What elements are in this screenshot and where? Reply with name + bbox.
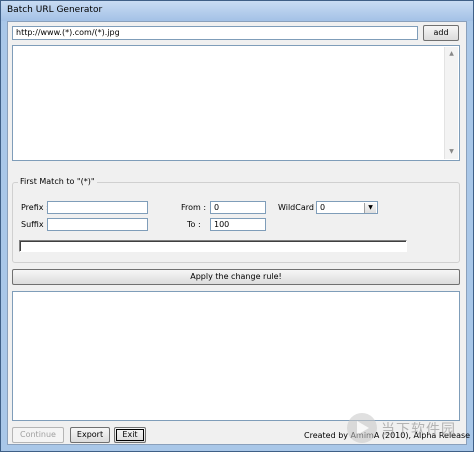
main-window: Batch URL Generator http://www.(*).com/(…	[0, 0, 474, 452]
url-list-box[interactable]: ▲ ▼	[12, 45, 460, 161]
group-legend: First Match to "(*)"	[18, 177, 97, 186]
suffix-input[interactable]	[47, 218, 148, 231]
to-label: To :	[187, 220, 201, 229]
prefix-label: Prefix :	[21, 203, 49, 212]
progress-bar	[19, 240, 407, 252]
prefix-input[interactable]	[47, 201, 148, 214]
url-template-input[interactable]: http://www.(*).com/(*).jpg	[12, 26, 418, 40]
from-input[interactable]: 0	[210, 201, 266, 214]
chevron-down-icon[interactable]: ▼	[364, 203, 376, 213]
result-list-box[interactable]	[12, 291, 460, 421]
first-match-group: First Match to "(*)" Prefix : Suffix : F…	[12, 177, 460, 263]
continue-button[interactable]: Continue	[12, 427, 64, 443]
wildcard-label: WildCard :	[278, 203, 320, 212]
watermark-text: 当下软件园	[381, 422, 456, 438]
window-title: Batch URL Generator	[7, 5, 103, 15]
suffix-label: Suffix :	[21, 220, 49, 229]
exit-button[interactable]: Exit	[114, 427, 146, 443]
client-area: http://www.(*).com/(*).jpg add ▲ ▼ First…	[7, 21, 470, 445]
from-value: 0	[214, 203, 220, 212]
watermark-logo-icon	[347, 413, 377, 443]
url-list-scrollbar[interactable]: ▲ ▼	[444, 47, 458, 159]
to-input[interactable]: 100	[210, 218, 266, 231]
title-bar[interactable]: Batch URL Generator	[1, 1, 473, 21]
from-label: From :	[181, 203, 207, 212]
export-button[interactable]: Export	[70, 427, 110, 443]
watermark: 当下软件园	[347, 413, 467, 443]
scroll-down-icon[interactable]: ▼	[445, 145, 458, 159]
to-value: 100	[214, 220, 230, 229]
add-button[interactable]: add	[423, 25, 459, 41]
wildcard-value: 0	[320, 203, 326, 212]
scroll-up-icon[interactable]: ▲	[445, 47, 458, 61]
wildcard-select[interactable]: 0 ▼	[316, 201, 378, 214]
apply-rule-button[interactable]: Apply the change rule!	[12, 269, 460, 285]
url-template-value: http://www.(*).com/(*).jpg	[16, 28, 120, 37]
